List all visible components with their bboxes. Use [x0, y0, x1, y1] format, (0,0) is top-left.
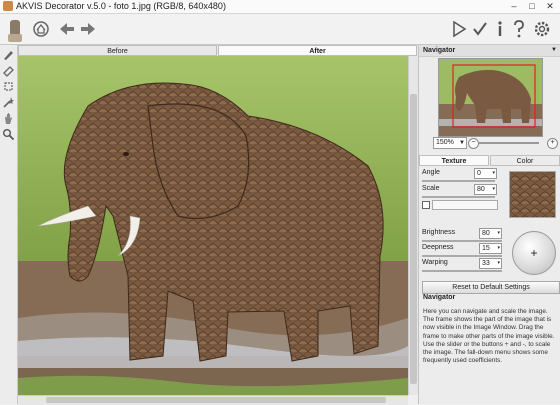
texture-swatch — [510, 172, 555, 217]
angle-slider[interactable] — [422, 180, 495, 182]
navigator-header: Navigator ▼ — [419, 45, 560, 57]
scale-value: 80 — [477, 186, 485, 193]
navigator-preview[interactable] — [438, 58, 543, 137]
crosshair-icon: + — [530, 246, 538, 260]
help-text: Here you can navigate and scale the imag… — [423, 308, 555, 365]
angle-input[interactable]: 0 ▾ — [474, 168, 497, 179]
light-direction-dial[interactable]: + — [512, 231, 556, 275]
collapse-icon[interactable]: ▼ — [547, 45, 557, 56]
brightness-label: Brightness — [422, 229, 456, 236]
settings-panel: Navigator ▼ 150% ▼ − + Texture Color Angl… — [418, 45, 560, 404]
window-title: AKVIS Decorator v.5.0 - foto 1.jpg (RGB/… — [16, 1, 226, 11]
zoom-in-button[interactable]: + — [547, 138, 558, 149]
zoom-select[interactable]: 150% ▼ — [433, 137, 467, 149]
run-icon[interactable] — [451, 18, 467, 40]
scale-input[interactable]: 80 ▾ — [474, 184, 497, 195]
minimize-button[interactable]: – — [505, 0, 523, 13]
spin-arrows-icon[interactable]: ▾ — [490, 185, 495, 194]
scale-label: Scale — [422, 185, 440, 192]
tab-color[interactable]: Color — [490, 155, 560, 166]
zoom-out-button[interactable]: − — [468, 138, 479, 149]
undo-icon[interactable] — [58, 18, 76, 40]
redo-icon[interactable] — [79, 18, 97, 40]
scale-slider[interactable] — [422, 196, 495, 198]
magic-wand-icon[interactable] — [2, 96, 15, 109]
hand-icon[interactable] — [2, 112, 15, 125]
toolbar — [0, 14, 560, 45]
info-icon[interactable] — [494, 18, 506, 40]
zoom-row: 150% ▼ − + — [419, 137, 560, 149]
app-icon — [3, 1, 13, 11]
spin-arrows-icon[interactable]: ▾ — [495, 229, 500, 238]
chevron-down-icon: ▼ — [459, 140, 465, 146]
title-bar: AKVIS Decorator v.5.0 - foto 1.jpg (RGB/… — [0, 0, 560, 14]
decoration-brush-icon[interactable] — [2, 48, 15, 61]
view-tabs: Before After — [18, 45, 418, 56]
spin-arrows-icon[interactable]: ▾ — [490, 169, 495, 178]
reset-defaults-button[interactable]: Reset to Default Settings — [422, 281, 560, 294]
brightness-value: 80 — [482, 230, 490, 237]
selection-icon[interactable] — [2, 80, 15, 93]
warping-label: Warping — [422, 259, 448, 266]
settings-tabs: Texture Color — [419, 155, 560, 166]
vertical-scrollbar[interactable] — [408, 56, 418, 395]
settings-icon[interactable] — [533, 18, 551, 40]
eraser-icon[interactable] — [2, 64, 15, 77]
decorator-logo-icon — [4, 18, 26, 42]
home-icon[interactable] — [32, 18, 50, 40]
deepness-input[interactable]: 15 ▾ — [479, 243, 502, 254]
image-window[interactable] — [18, 56, 408, 395]
deepness-label: Deepness — [422, 244, 454, 251]
tab-after[interactable]: After — [218, 45, 417, 56]
tools-panel — [0, 45, 18, 404]
zoom-icon[interactable] — [2, 128, 15, 141]
navigator-title: Navigator — [423, 47, 456, 54]
tab-before[interactable]: Before — [18, 45, 217, 56]
texture-preview[interactable] — [509, 171, 556, 218]
warping-input[interactable]: 33 ▾ — [479, 258, 502, 269]
help-title: Navigator — [423, 294, 456, 301]
zoom-slider[interactable] — [479, 142, 539, 144]
angle-value: 0 — [477, 170, 481, 177]
texture-checkbox[interactable] — [422, 201, 430, 209]
deepness-value: 15 — [482, 245, 490, 252]
spin-arrows-icon[interactable]: ▾ — [495, 259, 500, 268]
tab-texture[interactable]: Texture — [419, 155, 489, 166]
vertical-scroll-thumb[interactable] — [410, 94, 417, 384]
close-button[interactable]: ✕ — [541, 0, 559, 13]
deepness-slider[interactable] — [422, 255, 502, 257]
zoom-value: 150% — [436, 139, 454, 146]
navigator-thumbnail — [439, 59, 542, 136]
warping-value: 33 — [482, 260, 490, 267]
horizontal-scroll-thumb[interactable] — [46, 397, 386, 403]
help-icon[interactable] — [512, 18, 526, 40]
maximize-button[interactable]: □ — [523, 0, 541, 13]
brightness-slider[interactable] — [422, 240, 502, 242]
warping-slider[interactable] — [422, 270, 502, 272]
spin-arrows-icon[interactable]: ▾ — [495, 244, 500, 253]
texture-field[interactable] — [432, 200, 498, 210]
brightness-input[interactable]: 80 ▾ — [479, 228, 502, 239]
apply-icon[interactable] — [472, 18, 488, 40]
elephant-image — [18, 56, 408, 395]
angle-label: Angle — [422, 169, 440, 176]
